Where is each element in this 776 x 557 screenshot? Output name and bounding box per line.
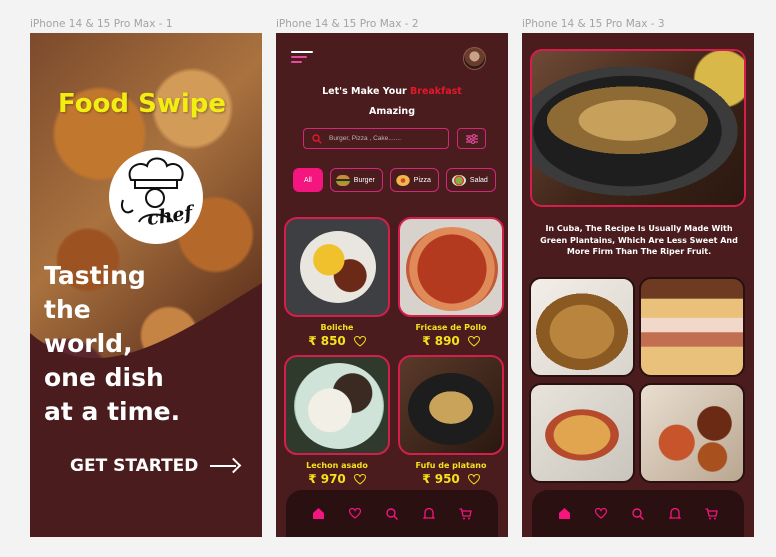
bottom-nav — [286, 490, 498, 537]
detail-screen: In Cuba, The Recipe Is Usually Made With… — [522, 33, 754, 537]
nav-notifications[interactable] — [668, 507, 682, 521]
search-input[interactable] — [329, 135, 439, 142]
pizza-icon — [395, 174, 410, 186]
category-chip-all[interactable]: All — [293, 168, 323, 192]
arrow-right-icon — [210, 459, 240, 473]
nav-notifications[interactable] — [422, 507, 436, 521]
tagline-line: world, — [44, 329, 133, 358]
category-chips: All Burger Pizza Salad — [293, 168, 508, 192]
nav-cart[interactable] — [459, 507, 473, 521]
gallery-image[interactable] — [639, 277, 745, 377]
food-image-lechon-asado — [284, 355, 390, 455]
frame-label-2: iPhone 14 & 15 Pro Max - 2 — [276, 18, 419, 30]
get-started-button[interactable]: GET STARTED — [70, 456, 240, 476]
nav-favorites[interactable] — [348, 507, 362, 521]
burger-icon — [335, 174, 350, 186]
tagline: Tasting the world, one dish at a time. — [44, 259, 244, 429]
nav-search[interactable] — [631, 507, 645, 521]
food-card[interactable]: Boliche ₹ 850 — [284, 217, 390, 348]
nav-home[interactable] — [311, 507, 325, 521]
category-chip-salad[interactable]: Salad — [445, 168, 496, 192]
frame-label-3: iPhone 14 & 15 Pro Max - 3 — [522, 18, 665, 30]
nav-cart[interactable] — [705, 507, 719, 521]
tagline-line: at a time. — [44, 397, 181, 426]
app-title: Food Swipe — [58, 89, 226, 119]
gallery-image[interactable] — [529, 277, 635, 377]
filter-button[interactable] — [457, 128, 486, 149]
heading-prefix: Let's Make Your — [322, 86, 407, 97]
heart-icon — [595, 508, 608, 519]
cart-icon — [459, 507, 472, 519]
category-label: All — [304, 176, 312, 184]
get-started-label: GET STARTED — [70, 456, 199, 476]
category-label: Pizza — [413, 176, 431, 184]
nav-search[interactable] — [385, 507, 399, 521]
food-card[interactable]: Fufu de platano ₹ 950 — [398, 355, 504, 486]
food-price: ₹ 890 — [422, 334, 460, 348]
food-name: Fricase de Pollo — [415, 323, 487, 332]
food-name: Lechon asado — [306, 461, 368, 470]
food-price: ₹ 850 — [308, 334, 346, 348]
home-icon — [558, 508, 570, 519]
salad-icon — [451, 174, 466, 186]
dish-description: In Cuba, The Recipe Is Usually Made With… — [540, 224, 738, 256]
dish-hero-image — [530, 49, 746, 207]
heading-accent: Breakfast — [410, 86, 462, 97]
menu-icon[interactable] — [291, 51, 315, 63]
category-label: Salad — [469, 176, 488, 184]
frame-label-1: iPhone 14 & 15 Pro Max - 1 — [30, 18, 173, 30]
chef-hat-icon — [121, 157, 184, 223]
splash-screen: Food Swipe chef Tasting the world, one d… — [30, 33, 262, 537]
tagline-line: Tasting — [44, 261, 146, 290]
food-card[interactable]: Fricase de Pollo ₹ 890 — [398, 217, 504, 348]
food-name: Fufu de platano — [415, 461, 487, 470]
food-price: ₹ 970 — [308, 472, 346, 486]
heart-icon[interactable] — [353, 473, 366, 485]
gallery-image[interactable] — [529, 383, 635, 483]
search-bar[interactable] — [303, 128, 449, 149]
nav-favorites[interactable] — [594, 507, 608, 521]
heading-suffix: Amazing — [368, 106, 415, 117]
home-icon — [312, 508, 324, 519]
heart-icon[interactable] — [467, 473, 480, 485]
food-price: ₹ 950 — [422, 472, 460, 486]
bell-icon — [422, 507, 435, 519]
bottom-nav — [532, 490, 744, 537]
food-image-fufu-de-platano — [398, 355, 504, 455]
category-label: Burger — [353, 176, 375, 184]
search-icon — [386, 507, 398, 520]
category-chip-pizza[interactable]: Pizza — [389, 168, 439, 192]
gallery-image[interactable] — [639, 383, 745, 483]
tagline-line: the — [44, 295, 91, 324]
nav-home[interactable] — [557, 507, 571, 521]
search-icon — [312, 133, 322, 144]
avatar[interactable] — [463, 47, 486, 70]
heart-icon[interactable] — [353, 335, 366, 347]
home-screen: Let's Make Your Breakfast Amazing All Bu… — [276, 33, 508, 537]
tagline-line: one dish — [44, 363, 164, 392]
page-heading: Let's Make Your Breakfast Amazing — [276, 82, 508, 122]
sliders-icon — [465, 133, 478, 144]
food-image-fricase-de-pollo — [398, 217, 504, 317]
bell-icon — [668, 507, 681, 519]
chef-logo: chef — [109, 150, 203, 244]
food-card[interactable]: Lechon asado ₹ 970 — [284, 355, 390, 486]
food-name: Boliche — [320, 323, 354, 332]
search-icon — [632, 507, 644, 520]
heart-icon — [349, 508, 362, 519]
category-chip-burger[interactable]: Burger — [329, 168, 383, 192]
heart-icon[interactable] — [467, 335, 480, 347]
food-image-boliche — [284, 217, 390, 317]
cart-icon — [705, 507, 718, 519]
